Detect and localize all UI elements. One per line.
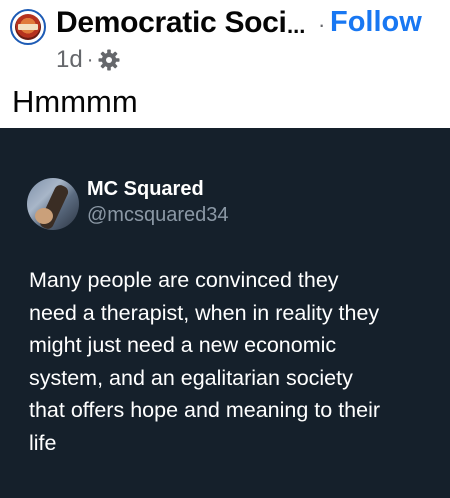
page-name-ellipsis: ... (287, 13, 306, 38)
tweet-body-line: need a therapist, when in reality they (29, 300, 380, 325)
gear-icon[interactable] (97, 48, 121, 72)
tweet-avatar[interactable] (27, 178, 79, 230)
tweet-body-line: system, and an egalitarian society (29, 365, 353, 390)
post-meta: 1d · (56, 46, 121, 74)
tweet-author-name[interactable]: MC Squared (87, 178, 204, 201)
page-avatar[interactable] (10, 9, 46, 45)
post-text: Hmmmm (12, 84, 138, 119)
tweet-body-line: might just need a new economic (29, 333, 337, 357)
tweet-body-line: that offers hope and meaning to their (29, 398, 381, 422)
tweet-handle[interactable]: @mcsquared34 (87, 204, 228, 227)
page-name[interactable]: Democratic Soci (56, 6, 287, 40)
meta-separator: · (86, 48, 94, 71)
avatar-photo-detail (35, 208, 53, 224)
header-separator: · (318, 12, 326, 37)
post-header: Democratic Soci ... · Follow 1d · Hmmmm (0, 0, 450, 128)
tweet-body-line: Many people are convinced they (29, 268, 339, 292)
facebook-post: Democratic Soci ... · Follow 1d · Hmmmm … (0, 0, 450, 498)
post-timestamp[interactable]: 1d (56, 46, 83, 74)
embedded-tweet[interactable]: MC Squared @mcsquared34 Many people are … (0, 128, 450, 498)
page-logo-banner (18, 24, 38, 30)
tweet-body-line: life (29, 430, 57, 455)
follow-button[interactable]: Follow (330, 6, 422, 39)
tweet-body: Many people are convinced they need a th… (29, 264, 434, 459)
